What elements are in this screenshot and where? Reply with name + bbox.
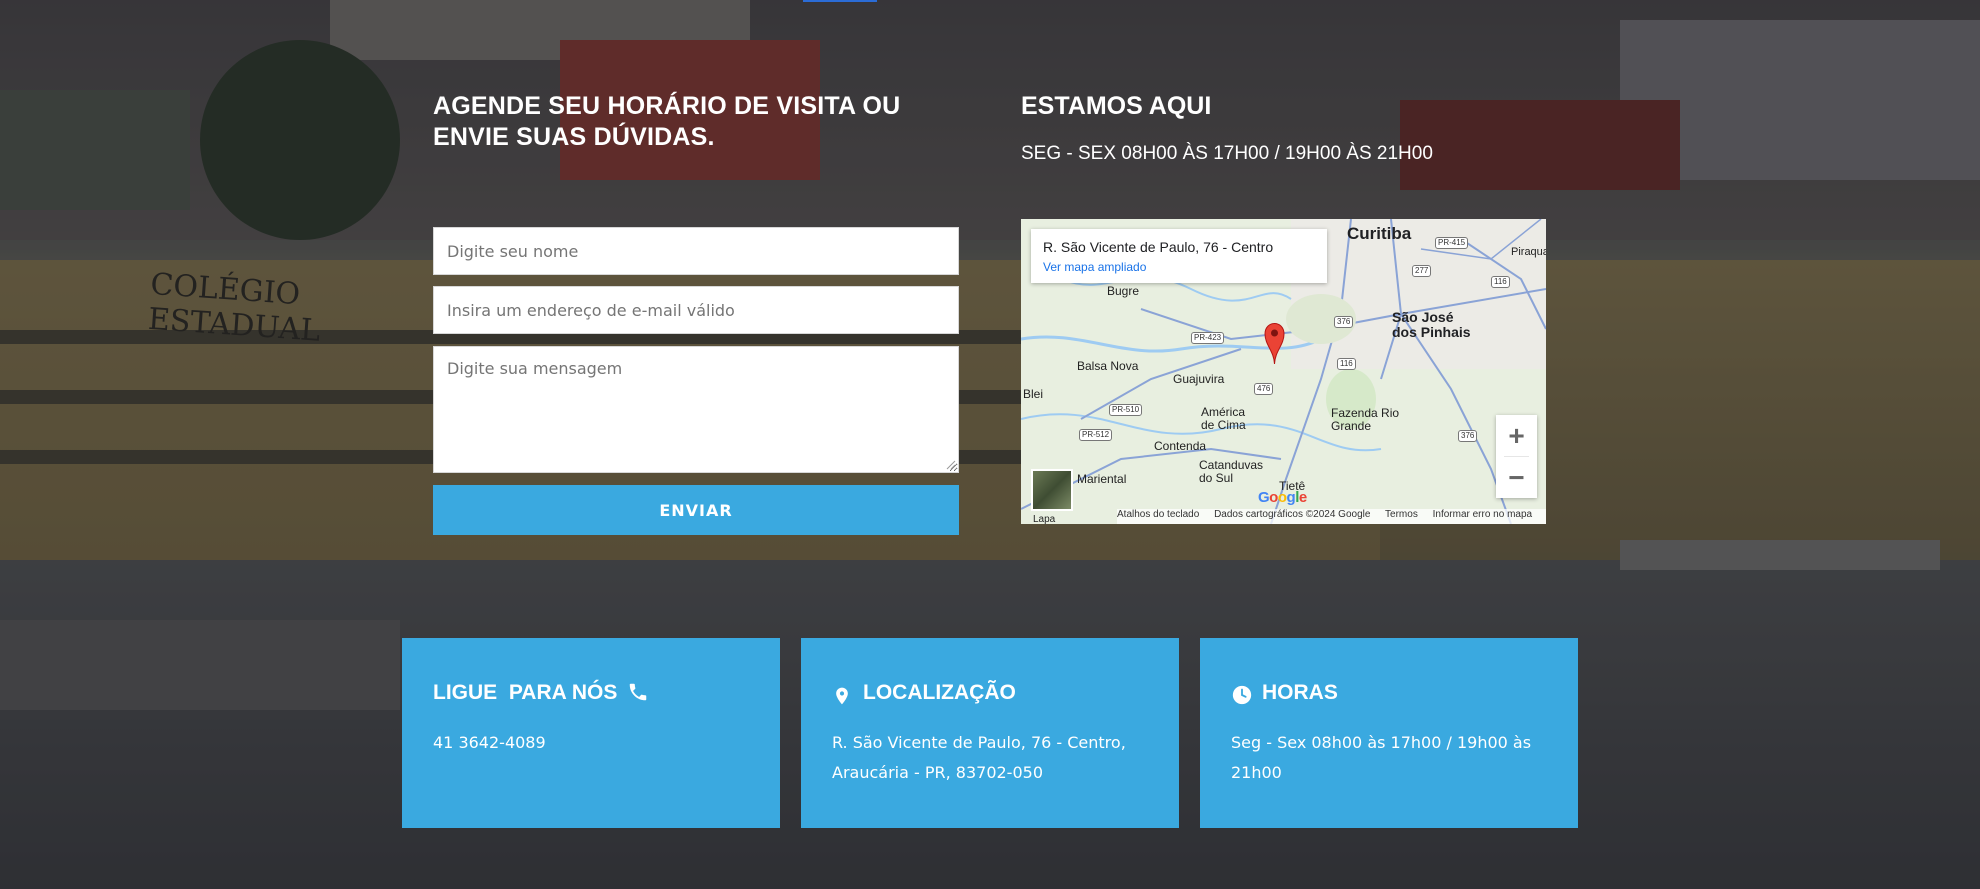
- card-text: 41 3642-4089: [433, 733, 546, 752]
- map-data-attribution: Dados cartográficos ©2024 Google: [1214, 509, 1371, 520]
- keyboard-shortcuts-link[interactable]: Atalhos do teclado: [1117, 509, 1199, 520]
- road-shield: PR-423: [1191, 332, 1225, 344]
- name-input[interactable]: [433, 227, 959, 275]
- map-label-blei: Blei: [1023, 387, 1044, 401]
- map-label-lapa: Lapa: [1033, 514, 1056, 524]
- map-label-fazenda: Fazenda Rio Grande: [1331, 406, 1400, 433]
- map-label-catanduvas: Catanduvas do Sul: [1199, 458, 1264, 485]
- form-heading: AGENDE SEU HORÁRIO DE VISITA OU ENVIE SU…: [433, 92, 901, 151]
- map-label-guajuvira: Guajuvira: [1173, 372, 1225, 386]
- road-shield: 277: [1412, 265, 1432, 277]
- zoom-out-button[interactable]: −: [1496, 457, 1537, 498]
- road-shield: 116: [1337, 358, 1356, 370]
- enlarge-map-link[interactable]: Ver mapa ampliado: [1043, 260, 1146, 274]
- zoom-in-button[interactable]: +: [1496, 415, 1537, 456]
- card-title-text: LIGUE PARA NÓS: [433, 681, 618, 704]
- google-logo: Google: [1258, 489, 1307, 506]
- card-title: LIGUE PARA NÓS: [433, 680, 649, 706]
- road-shield: 376: [1334, 316, 1354, 328]
- email-input[interactable]: [433, 286, 959, 334]
- info-card-hours: HORAS Seg - Sex 08h00 às 17h00 / 19h00 à…: [1200, 638, 1578, 828]
- map-label-piraqua: Piraqua: [1511, 246, 1546, 258]
- map-label-sao-jose: São José dos Pinhais: [1392, 309, 1471, 340]
- road-shield: PR-415: [1435, 237, 1469, 249]
- map-footer: Atalhos do teclado Dados cartográficos ©…: [1117, 509, 1546, 524]
- map-label-america: América de Cima: [1201, 405, 1246, 432]
- opening-hours: SEG - SEX 08H00 ÀS 17H00 / 19H00 ÀS 21H0…: [1021, 143, 1433, 164]
- road-shield: 376: [1458, 430, 1478, 442]
- clock-icon: [1232, 685, 1252, 705]
- card-text: Seg - Sex 08h00 às 17h00 / 19h00 às 21h0…: [1231, 733, 1532, 782]
- location-heading: ESTAMOS AQUI: [1021, 92, 1212, 120]
- map-pin-icon: [836, 687, 848, 705]
- road-shield: 116: [1491, 276, 1510, 288]
- map-label-contenda: Contenda: [1154, 439, 1207, 453]
- road-shield: 476: [1254, 383, 1274, 395]
- info-card-location: LOCALIZAÇÃO R. São Vicente de Paulo, 76 …: [801, 638, 1179, 828]
- terms-link[interactable]: Termos: [1385, 509, 1418, 520]
- map-label-curitiba: Curitiba: [1347, 224, 1412, 243]
- card-title: LOCALIZAÇÃO: [863, 681, 1016, 704]
- top-indicator: [803, 0, 877, 2]
- resize-grip-icon[interactable]: [944, 458, 956, 470]
- send-button[interactable]: ENVIAR: [433, 485, 959, 535]
- phone-icon: [629, 683, 647, 701]
- road-shield: PR-512: [1079, 429, 1113, 441]
- place-address: R. São Vicente de Paulo, 76 - Centro: [1043, 239, 1274, 255]
- message-textarea[interactable]: [433, 346, 959, 473]
- map-label-bugre: Bugre: [1107, 284, 1140, 298]
- zoom-controls: + −: [1496, 415, 1537, 498]
- report-error-link[interactable]: Informar erro no mapa: [1433, 509, 1533, 520]
- satellite-layer-toggle[interactable]: [1031, 469, 1073, 511]
- map-label-mariental: Mariental: [1077, 472, 1127, 486]
- embedded-map[interactable]: Curitiba São José dos Pinhais Bugre Bals…: [1021, 219, 1546, 524]
- card-title: HORAS: [1262, 681, 1338, 704]
- place-card: R. São Vicente de Paulo, 76 - Centro Ver…: [1031, 229, 1327, 283]
- card-text: R. São Vicente de Paulo, 76 - Centro, Ar…: [832, 733, 1126, 782]
- road-shield: PR-510: [1109, 404, 1143, 416]
- info-card-phone: LIGUE PARA NÓS 41 3642-4089: [402, 638, 780, 828]
- map-label-balsa-nova: Balsa Nova: [1077, 359, 1139, 373]
